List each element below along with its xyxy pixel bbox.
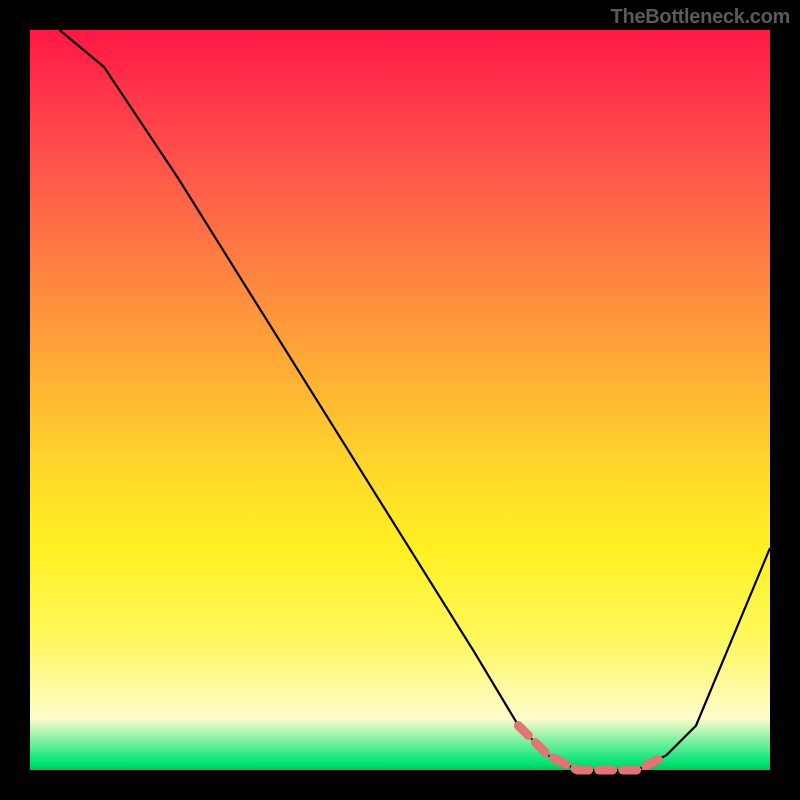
chart-plot bbox=[30, 30, 770, 770]
bottleneck-curve-line bbox=[60, 30, 770, 770]
chart-container: TheBottleneck.com bbox=[0, 0, 800, 800]
sweet-spot-highlight bbox=[518, 726, 666, 770]
watermark-text: TheBottleneck.com bbox=[611, 6, 790, 29]
